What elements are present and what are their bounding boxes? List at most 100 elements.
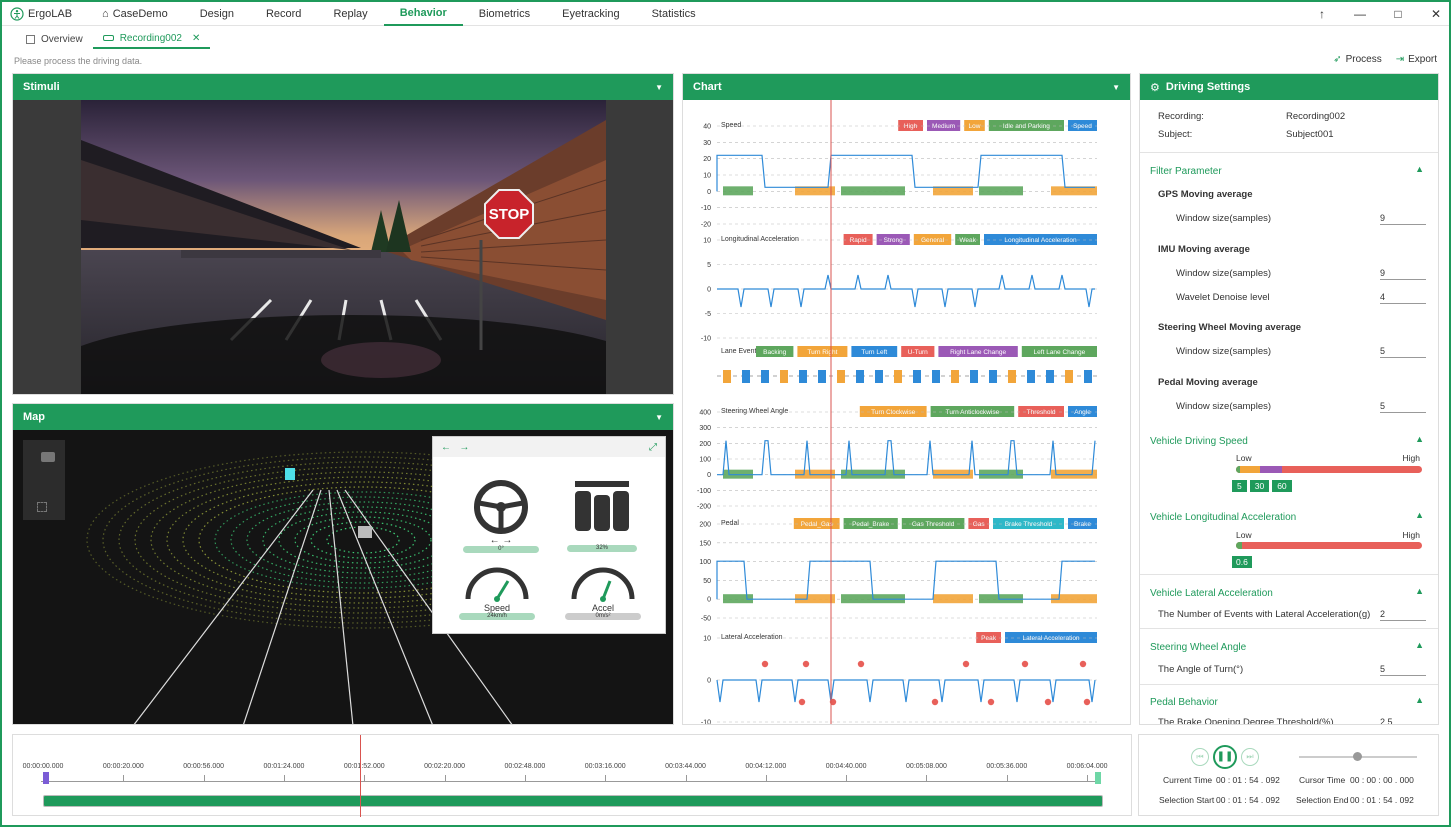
chevron-down-icon[interactable]: ▼ <box>655 83 663 92</box>
overview-icon <box>26 34 35 44</box>
fullscreen-icon[interactable] <box>37 502 47 512</box>
menu-label: Record <box>265 7 302 20</box>
legend-label: Pedal_Brake <box>852 521 890 528</box>
timeline-tick-label: 00:05:08.000 <box>906 763 947 770</box>
timeline-panel: 00:00:00.000 00:00:20.000 00:00:56.000 00:0… <box>12 734 1132 817</box>
chevron-up-icon[interactable]: ▲ <box>1415 695 1424 705</box>
menu-item-eyetracking[interactable]: Eyetracking <box>546 2 635 26</box>
threshold-badge[interactable]: 0.6 <box>1232 556 1252 568</box>
threshold-badge[interactable]: 30 <box>1249 480 1270 492</box>
map-title: Map <box>23 411 45 423</box>
y-tick-label: 20 <box>703 156 711 163</box>
settings-body: Recording: Recording002 Subject: Subject… <box>1140 100 1438 724</box>
expand-icon[interactable]: ⤢ <box>649 442 657 453</box>
menu-item-statistics[interactable]: Statistics <box>636 2 712 26</box>
series-line <box>717 274 1095 308</box>
menu-item-casedemo[interactable]: ⌂ CaseDemo <box>86 2 184 26</box>
chevron-up-icon[interactable]: ▲ <box>1415 510 1424 520</box>
close-tab-icon[interactable]: ✕ <box>192 33 200 44</box>
nav-arrows-icon[interactable]: ← → <box>441 442 469 453</box>
chevron-up-icon[interactable]: ▲ <box>1415 434 1424 444</box>
selection-start-value: 00 : 01 : 54 . 092 <box>1216 795 1280 805</box>
lidar-map[interactable]: ← → ⤢ ← → 0° 32% Speed 24km/h Accel 0m/s… <box>13 430 673 724</box>
stimuli-panel: Stimuli ▼ STOP <box>12 73 674 395</box>
gps-window-input[interactable]: 9 <box>1380 213 1426 225</box>
process-button[interactable]: ➶ Process <box>1333 54 1382 65</box>
y-tick-label: 30 <box>703 140 711 147</box>
series-line <box>717 440 1096 476</box>
pause-button[interactable]: ❚❚ <box>1213 745 1237 769</box>
chevron-up-icon[interactable]: ▲ <box>1415 586 1424 596</box>
threshold-badge[interactable]: 5 <box>1232 480 1247 492</box>
threshold-badge[interactable]: 60 <box>1272 480 1292 492</box>
legend-label: Low <box>969 123 981 130</box>
menu-item-design[interactable]: Design <box>184 2 250 26</box>
imu-wavelet-label: Wavelet Denoise level <box>1176 292 1270 303</box>
y-tick-label: 0 <box>707 678 711 685</box>
y-tick-label: 0 <box>707 472 711 479</box>
range-end-handle[interactable] <box>1095 772 1101 784</box>
steer-window-label: Window size(samples) <box>1176 346 1272 357</box>
chevron-up-icon[interactable]: ▲ <box>1415 164 1424 174</box>
lane-event-mark <box>799 370 807 383</box>
tab-recording[interactable]: Recording002 ✕ <box>92 29 211 49</box>
menu-item-behavior[interactable]: Behavior <box>383 2 463 26</box>
signal-charts[interactable]: Speed Speed Idle and Parking Low Medium High 4… <box>683 100 1131 725</box>
range-start-handle[interactable] <box>43 772 49 784</box>
minimize-button[interactable]: — <box>1353 7 1367 21</box>
lane-event-mark <box>780 370 788 383</box>
y-tick-label: 10 <box>703 173 711 180</box>
long-range-slider[interactable] <box>1236 542 1422 549</box>
cursor-time-value: 00 : 00 : 00 . 000 <box>1350 775 1414 785</box>
title-bar: ErgoLAB ⌂ CaseDemo Design Record Replay Behav… <box>2 2 1449 26</box>
lane-event-mark <box>913 370 921 383</box>
steer-window-input[interactable]: 5 <box>1380 346 1426 358</box>
timeline-tick-label: 00:03:16.000 <box>584 763 626 770</box>
stimulus-video[interactable]: STOP <box>81 100 606 394</box>
camera-icon[interactable] <box>41 452 55 462</box>
legend-label: Threshold <box>1027 409 1056 416</box>
prev-button[interactable]: ⏮ <box>1191 748 1209 766</box>
imu-window-input[interactable]: 9 <box>1380 268 1426 280</box>
current-time-value: 00 : 01 : 54 . 092 <box>1216 775 1280 785</box>
speed-value: 24km/h <box>459 613 535 620</box>
playhead[interactable] <box>360 735 361 817</box>
pedal-behavior-input[interactable]: 2.5 <box>1380 717 1426 724</box>
series-line <box>716 679 1096 703</box>
maximize-button[interactable]: □ <box>1391 7 1405 21</box>
peak-marker <box>802 660 810 668</box>
upload-icon[interactable]: ↑ <box>1315 7 1329 21</box>
next-button[interactable]: ⏭ <box>1241 748 1259 766</box>
y-tick-label: 40 <box>703 124 711 131</box>
menu-item-biometrics[interactable]: Biometrics <box>463 2 546 26</box>
lat-input[interactable]: 2 <box>1380 609 1426 621</box>
stimuli-video-area: STOP <box>13 100 673 394</box>
menu-item-record[interactable]: Record <box>250 2 317 26</box>
lane-event-mark <box>894 370 902 383</box>
speed-range-slider[interactable] <box>1236 466 1422 473</box>
chevron-down-icon[interactable]: ▼ <box>1112 83 1120 92</box>
toolbar-actions: ➶ Process ⇥ Export <box>1333 54 1437 65</box>
brand-name: ErgoLAB <box>28 7 73 20</box>
menu-label: Behavior <box>399 6 447 19</box>
timeline-track[interactable] <box>43 795 1103 807</box>
close-button[interactable]: ✕ <box>1429 7 1443 21</box>
volume-knob[interactable] <box>1353 752 1362 761</box>
speed-low-label: Low <box>1236 453 1252 463</box>
chart-subtitle: Lane Event <box>721 348 756 355</box>
timeline-ruler <box>41 781 1101 782</box>
chart-subtitle: Lateral Acceleration <box>721 634 783 641</box>
steer-angle-input[interactable]: 5 <box>1380 664 1426 676</box>
menu-item-replay[interactable]: Replay <box>317 2 383 26</box>
lane-event-mark <box>951 370 959 383</box>
chevron-up-icon[interactable]: ▲ <box>1415 640 1424 650</box>
tab-overview[interactable]: Overview <box>16 29 93 49</box>
chevron-down-icon[interactable]: ▼ <box>655 413 663 422</box>
speed-section-title: Vehicle Driving Speed <box>1150 436 1248 447</box>
legend-label: Gas Threshold <box>912 521 955 528</box>
imu-wavelet-input[interactable]: 4 <box>1380 292 1426 304</box>
pedal-window-input[interactable]: 5 <box>1380 401 1426 413</box>
divider <box>1140 628 1438 629</box>
event-band <box>723 186 753 196</box>
export-button[interactable]: ⇥ Export <box>1396 54 1437 65</box>
